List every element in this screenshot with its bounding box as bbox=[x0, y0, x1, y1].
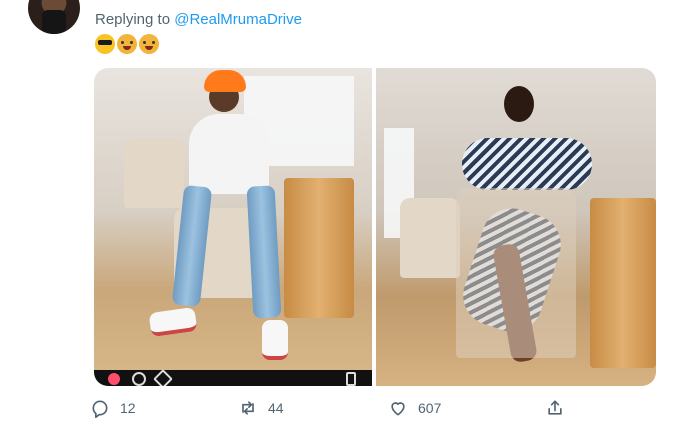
tweet-emoji-row bbox=[95, 34, 159, 54]
retweet-button[interactable]: 44 bbox=[238, 398, 284, 418]
reply-count: 12 bbox=[120, 400, 136, 416]
send-icon bbox=[153, 369, 173, 386]
share-icon bbox=[548, 400, 562, 415]
avatar[interactable] bbox=[28, 0, 80, 34]
replying-to-handle[interactable]: @RealMrumaDrive bbox=[174, 11, 302, 28]
share-button[interactable] bbox=[545, 398, 565, 418]
bookmark-icon bbox=[346, 372, 356, 386]
like-count: 607 bbox=[418, 400, 442, 416]
heart-icon bbox=[108, 373, 120, 385]
retweet-icon bbox=[242, 401, 254, 415]
comment-icon bbox=[132, 372, 146, 386]
tweet-photo-woman-sitting[interactable] bbox=[376, 68, 656, 386]
reply-icon bbox=[92, 400, 108, 418]
sunglasses-emoji-icon bbox=[95, 34, 115, 54]
reply-button[interactable]: 12 bbox=[90, 398, 136, 418]
laughing-cat-emoji-icon bbox=[117, 34, 137, 54]
replying-to-label: Replying to bbox=[95, 11, 171, 28]
like-button[interactable]: 607 bbox=[388, 398, 441, 418]
tweet-action-bar: 12 44 607 bbox=[90, 398, 580, 426]
instagram-bar bbox=[94, 369, 372, 386]
laughing-cat-emoji-icon bbox=[139, 34, 159, 54]
replying-to: Replying to @RealMrumaDrive bbox=[95, 11, 302, 28]
tweet-photo-man-sitting[interactable] bbox=[94, 68, 372, 386]
heart-icon bbox=[391, 402, 405, 416]
retweet-count: 44 bbox=[268, 400, 284, 416]
tweet-media[interactable] bbox=[94, 68, 656, 386]
